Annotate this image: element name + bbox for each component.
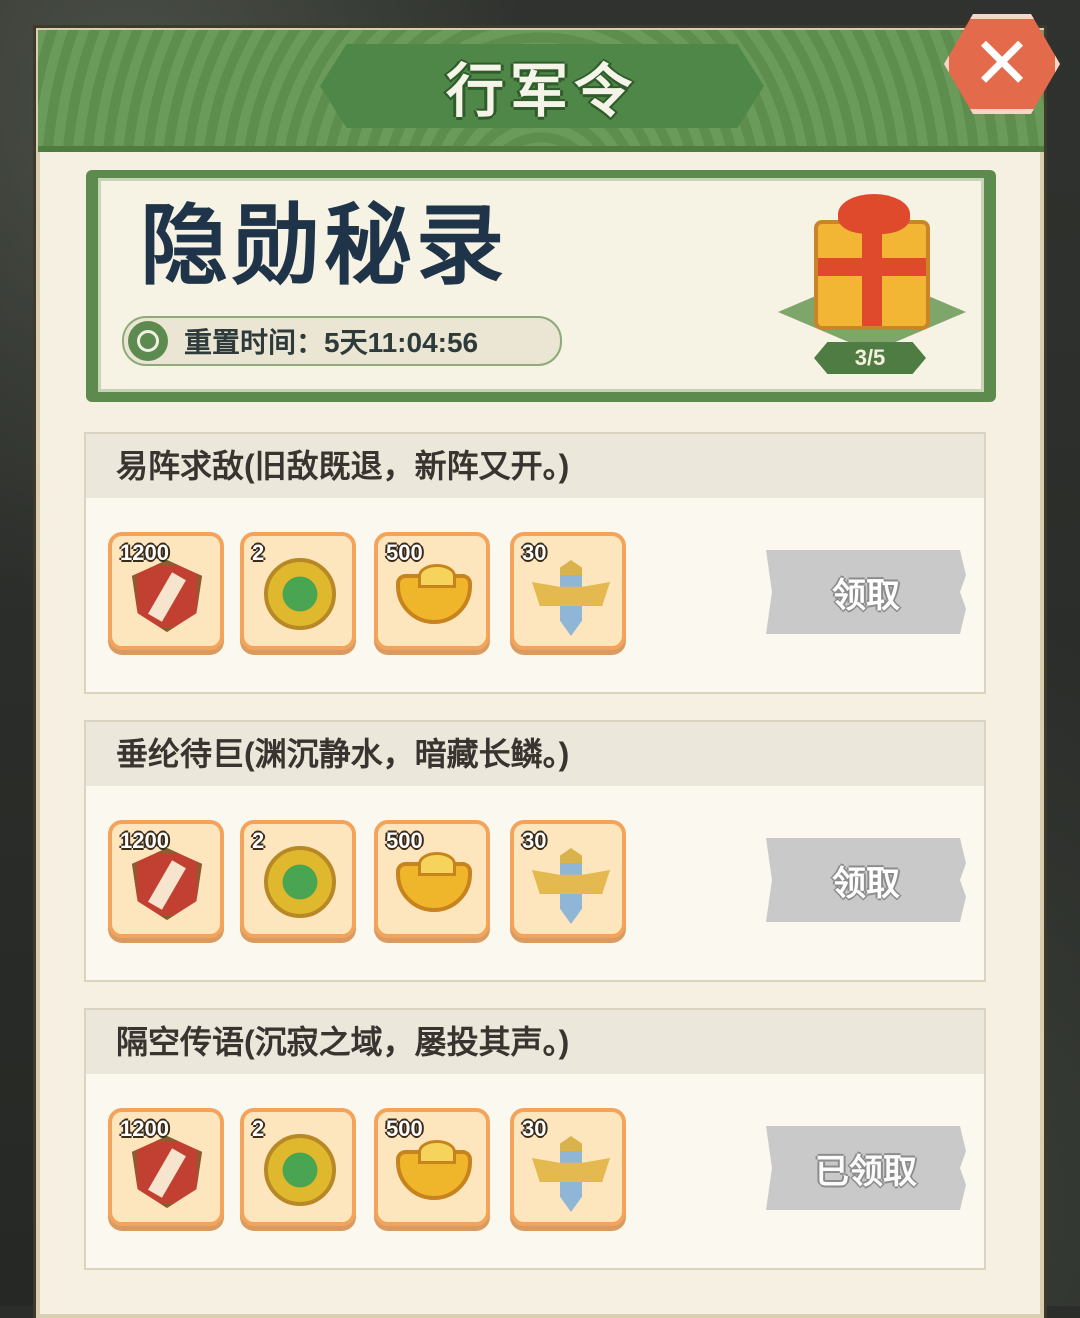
reset-timer-text: 重置时间：5天11:04:56 xyxy=(184,327,479,358)
reward-item[interactable]: 1200 xyxy=(108,1108,224,1226)
reward-quantity: 2 xyxy=(252,828,265,853)
reward-quantity: 30 xyxy=(522,1116,547,1141)
task-header: 隔空传语(沉寂之域，屡投其声。) xyxy=(86,1010,984,1074)
gift-bow-icon xyxy=(838,194,910,234)
reward-quantity: 30 xyxy=(522,828,547,853)
task-title: 易阵求敌(旧敌既退，新阵又开。) xyxy=(116,448,570,484)
reward-quantity: 1200 xyxy=(120,828,169,853)
reward-item[interactable]: 500 xyxy=(374,532,490,650)
task-card: 易阵求敌(旧敌既退，新阵又开。) 1200 2 500 30 领取 xyxy=(84,432,986,694)
claimed-button[interactable]: 已领取 xyxy=(766,1126,966,1210)
reward-quantity: 500 xyxy=(386,828,423,853)
reward-quantity: 500 xyxy=(386,540,423,565)
close-icon: ✕ xyxy=(971,24,1033,104)
reward-quantity: 30 xyxy=(522,540,547,565)
task-header: 垂纶待巨(渊沉静水，暗藏长鳞。) xyxy=(86,722,984,786)
reward-item[interactable]: 500 xyxy=(374,1108,490,1226)
shield-token-icon xyxy=(132,1136,202,1208)
reward-quantity: 1200 xyxy=(120,1116,169,1141)
reward-item[interactable]: 2 xyxy=(240,1108,356,1226)
reward-item[interactable]: 1200 xyxy=(108,532,224,650)
task-header: 易阵求敌(旧敌既退，新阵又开。) xyxy=(86,434,984,498)
gold-ingot-icon xyxy=(396,852,472,912)
task-card: 隔空传语(沉寂之域，屡投其声。) 1200 2 500 30 已领取 xyxy=(84,1008,986,1270)
gold-ingot-icon xyxy=(396,564,472,624)
chest-progress: 3/5 xyxy=(814,342,926,374)
jade-coin-icon xyxy=(264,558,336,630)
sword-emblem-icon xyxy=(532,1130,610,1214)
task-title: 隔空传语(沉寂之域，屡投其声。) xyxy=(116,1024,570,1060)
reward-quantity: 2 xyxy=(252,1116,265,1141)
reward-item[interactable]: 30 xyxy=(510,1108,626,1226)
sword-emblem-icon xyxy=(532,842,610,926)
reward-item[interactable]: 30 xyxy=(510,820,626,938)
reward-item[interactable]: 2 xyxy=(240,532,356,650)
reward-item[interactable]: 1200 xyxy=(108,820,224,938)
page-title: 行军令 xyxy=(445,59,638,124)
jade-coin-icon xyxy=(264,1134,336,1206)
event-title: 隐勋秘录 xyxy=(140,196,509,295)
sword-emblem-icon xyxy=(532,554,610,638)
shield-token-icon xyxy=(132,560,202,632)
reward-item[interactable]: 500 xyxy=(374,820,490,938)
gift-box-icon xyxy=(814,220,930,330)
gold-ingot-icon xyxy=(396,1140,472,1200)
reset-timer: 重置时间：5天11:04:56 xyxy=(122,316,562,366)
shield-token-icon xyxy=(132,848,202,920)
clock-icon xyxy=(128,321,168,361)
task-title: 垂纶待巨(渊沉静水，暗藏长鳞。) xyxy=(116,736,570,772)
title-ribbon: 行军令 xyxy=(320,44,764,128)
jade-coin-icon xyxy=(264,846,336,918)
reward-quantity: 2 xyxy=(252,540,265,565)
claim-button[interactable]: 领取 xyxy=(766,838,966,922)
task-card: 垂纶待巨(渊沉静水，暗藏长鳞。) 1200 2 500 30 领取 xyxy=(84,720,986,982)
claim-button[interactable]: 领取 xyxy=(766,550,966,634)
reward-quantity: 1200 xyxy=(120,540,169,565)
reward-item[interactable]: 2 xyxy=(240,820,356,938)
reward-item[interactable]: 30 xyxy=(510,532,626,650)
reward-quantity: 500 xyxy=(386,1116,423,1141)
